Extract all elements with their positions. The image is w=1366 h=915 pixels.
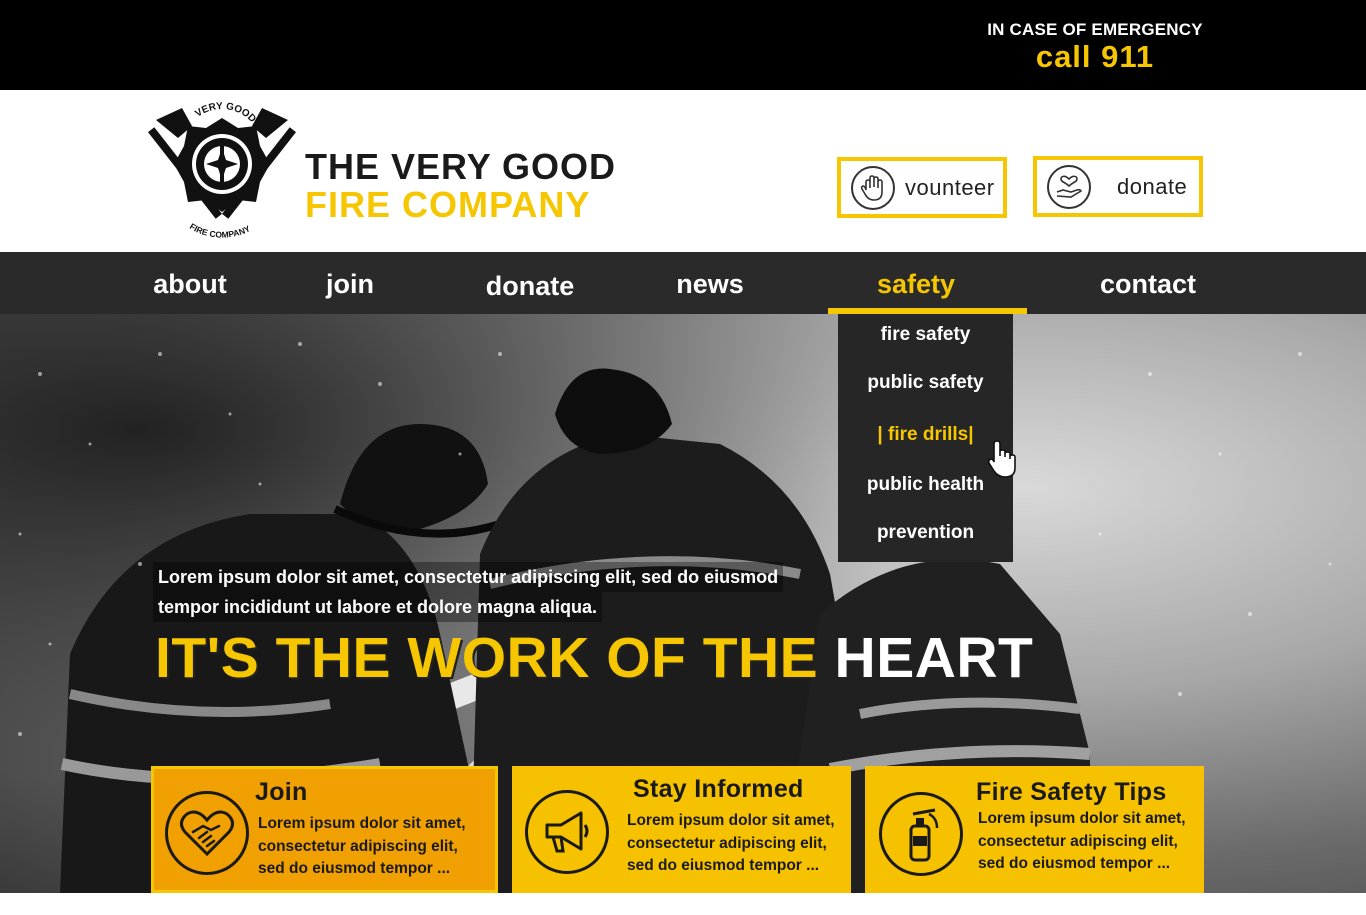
brand-line-1: THE VERY GOOD (305, 146, 617, 187)
dropdown-item-fire-safety[interactable]: fire safety (838, 324, 1013, 346)
card-join[interactable]: Join Lorem ipsum dolor sit amet, consecte… (151, 766, 498, 893)
emergency-notice: IN CASE OF EMERGENCY call 911 (980, 20, 1210, 74)
card-fire-safety-tips[interactable]: Fire Safety Tips Lorem ipsum dolor sit a… (865, 766, 1204, 893)
card-stay-informed[interactable]: Stay Informed Lorem ipsum dolor sit amet… (512, 766, 851, 893)
nav-safety[interactable]: safety (828, 252, 1004, 314)
emergency-call[interactable]: call 911 (980, 40, 1210, 74)
nav-about[interactable]: about (140, 252, 240, 314)
brand-name[interactable]: THE VERY GOOD FIRE COMPANY (305, 148, 616, 224)
dropdown-item-public-safety[interactable]: public safety (838, 372, 1013, 394)
card-fire-safety-tips-title: Fire Safety Tips (976, 778, 1167, 806)
headline-yellow: IT'S THE WORK OF THE (155, 626, 819, 690)
nav-join[interactable]: join (300, 252, 400, 314)
hero-lorem-line-1: Lorem ipsum dolor sit amet, consectetur … (153, 562, 784, 592)
headline-white: HEART (834, 626, 1034, 690)
heart-hand-icon (1047, 164, 1091, 209)
emergency-bar: IN CASE OF EMERGENCY call 911 (0, 0, 1366, 90)
main-nav: about join donate news safety contact (0, 252, 1366, 314)
company-logo[interactable]: VERY GOOD FIRE COMPANY (147, 98, 297, 240)
dropdown-item-prevention[interactable]: prevention (838, 522, 1013, 544)
donate-header-button[interactable]: donate (1033, 156, 1203, 217)
volunteer-button[interactable]: vounteer (837, 157, 1007, 218)
card-join-title: Join (255, 778, 308, 806)
hero-lorem-line-2: tempor incididunt ut labore et dolore ma… (153, 592, 603, 622)
card-fire-safety-tips-text: Lorem ipsum dolor sit amet, consectetur a… (978, 810, 1186, 872)
card-stay-informed-text: Lorem ipsum dolor sit amet, consectetur a… (627, 812, 835, 874)
logo-bottom-text: FIRE COMPANY (188, 221, 252, 240)
nav-contact[interactable]: contact (1088, 252, 1208, 314)
megaphone-icon (525, 790, 609, 874)
hero-headline: IT'S THE WORK OF THE HEART (155, 628, 1033, 688)
fire-extinguisher-icon (879, 792, 963, 876)
hand-icon (851, 165, 895, 210)
volunteer-label: vounteer (905, 174, 995, 200)
pointer-hand-cursor-icon (987, 440, 1016, 478)
donate-header-label: donate (1117, 173, 1188, 199)
nav-news[interactable]: news (660, 252, 760, 314)
card-stay-informed-title: Stay Informed (633, 775, 804, 803)
brand-line-2: FIRE COMPANY (305, 184, 591, 225)
card-join-text: Lorem ipsum dolor sit amet, consectetur a… (258, 815, 466, 877)
site-header: VERY GOOD FIRE COMPANY THE VERY GOOD FIR… (0, 90, 1366, 252)
svg-text:FIRE COMPANY: FIRE COMPANY (188, 221, 252, 238)
heart-handshake-icon (165, 791, 249, 875)
maltese-cross-logo-icon: VERY GOOD FIRE COMPANY (147, 101, 297, 240)
nav-donate[interactable]: donate (470, 254, 590, 316)
hero-intro: Lorem ipsum dolor sit amet, consectetur … (153, 562, 784, 622)
emergency-label: IN CASE OF EMERGENCY (987, 20, 1203, 39)
